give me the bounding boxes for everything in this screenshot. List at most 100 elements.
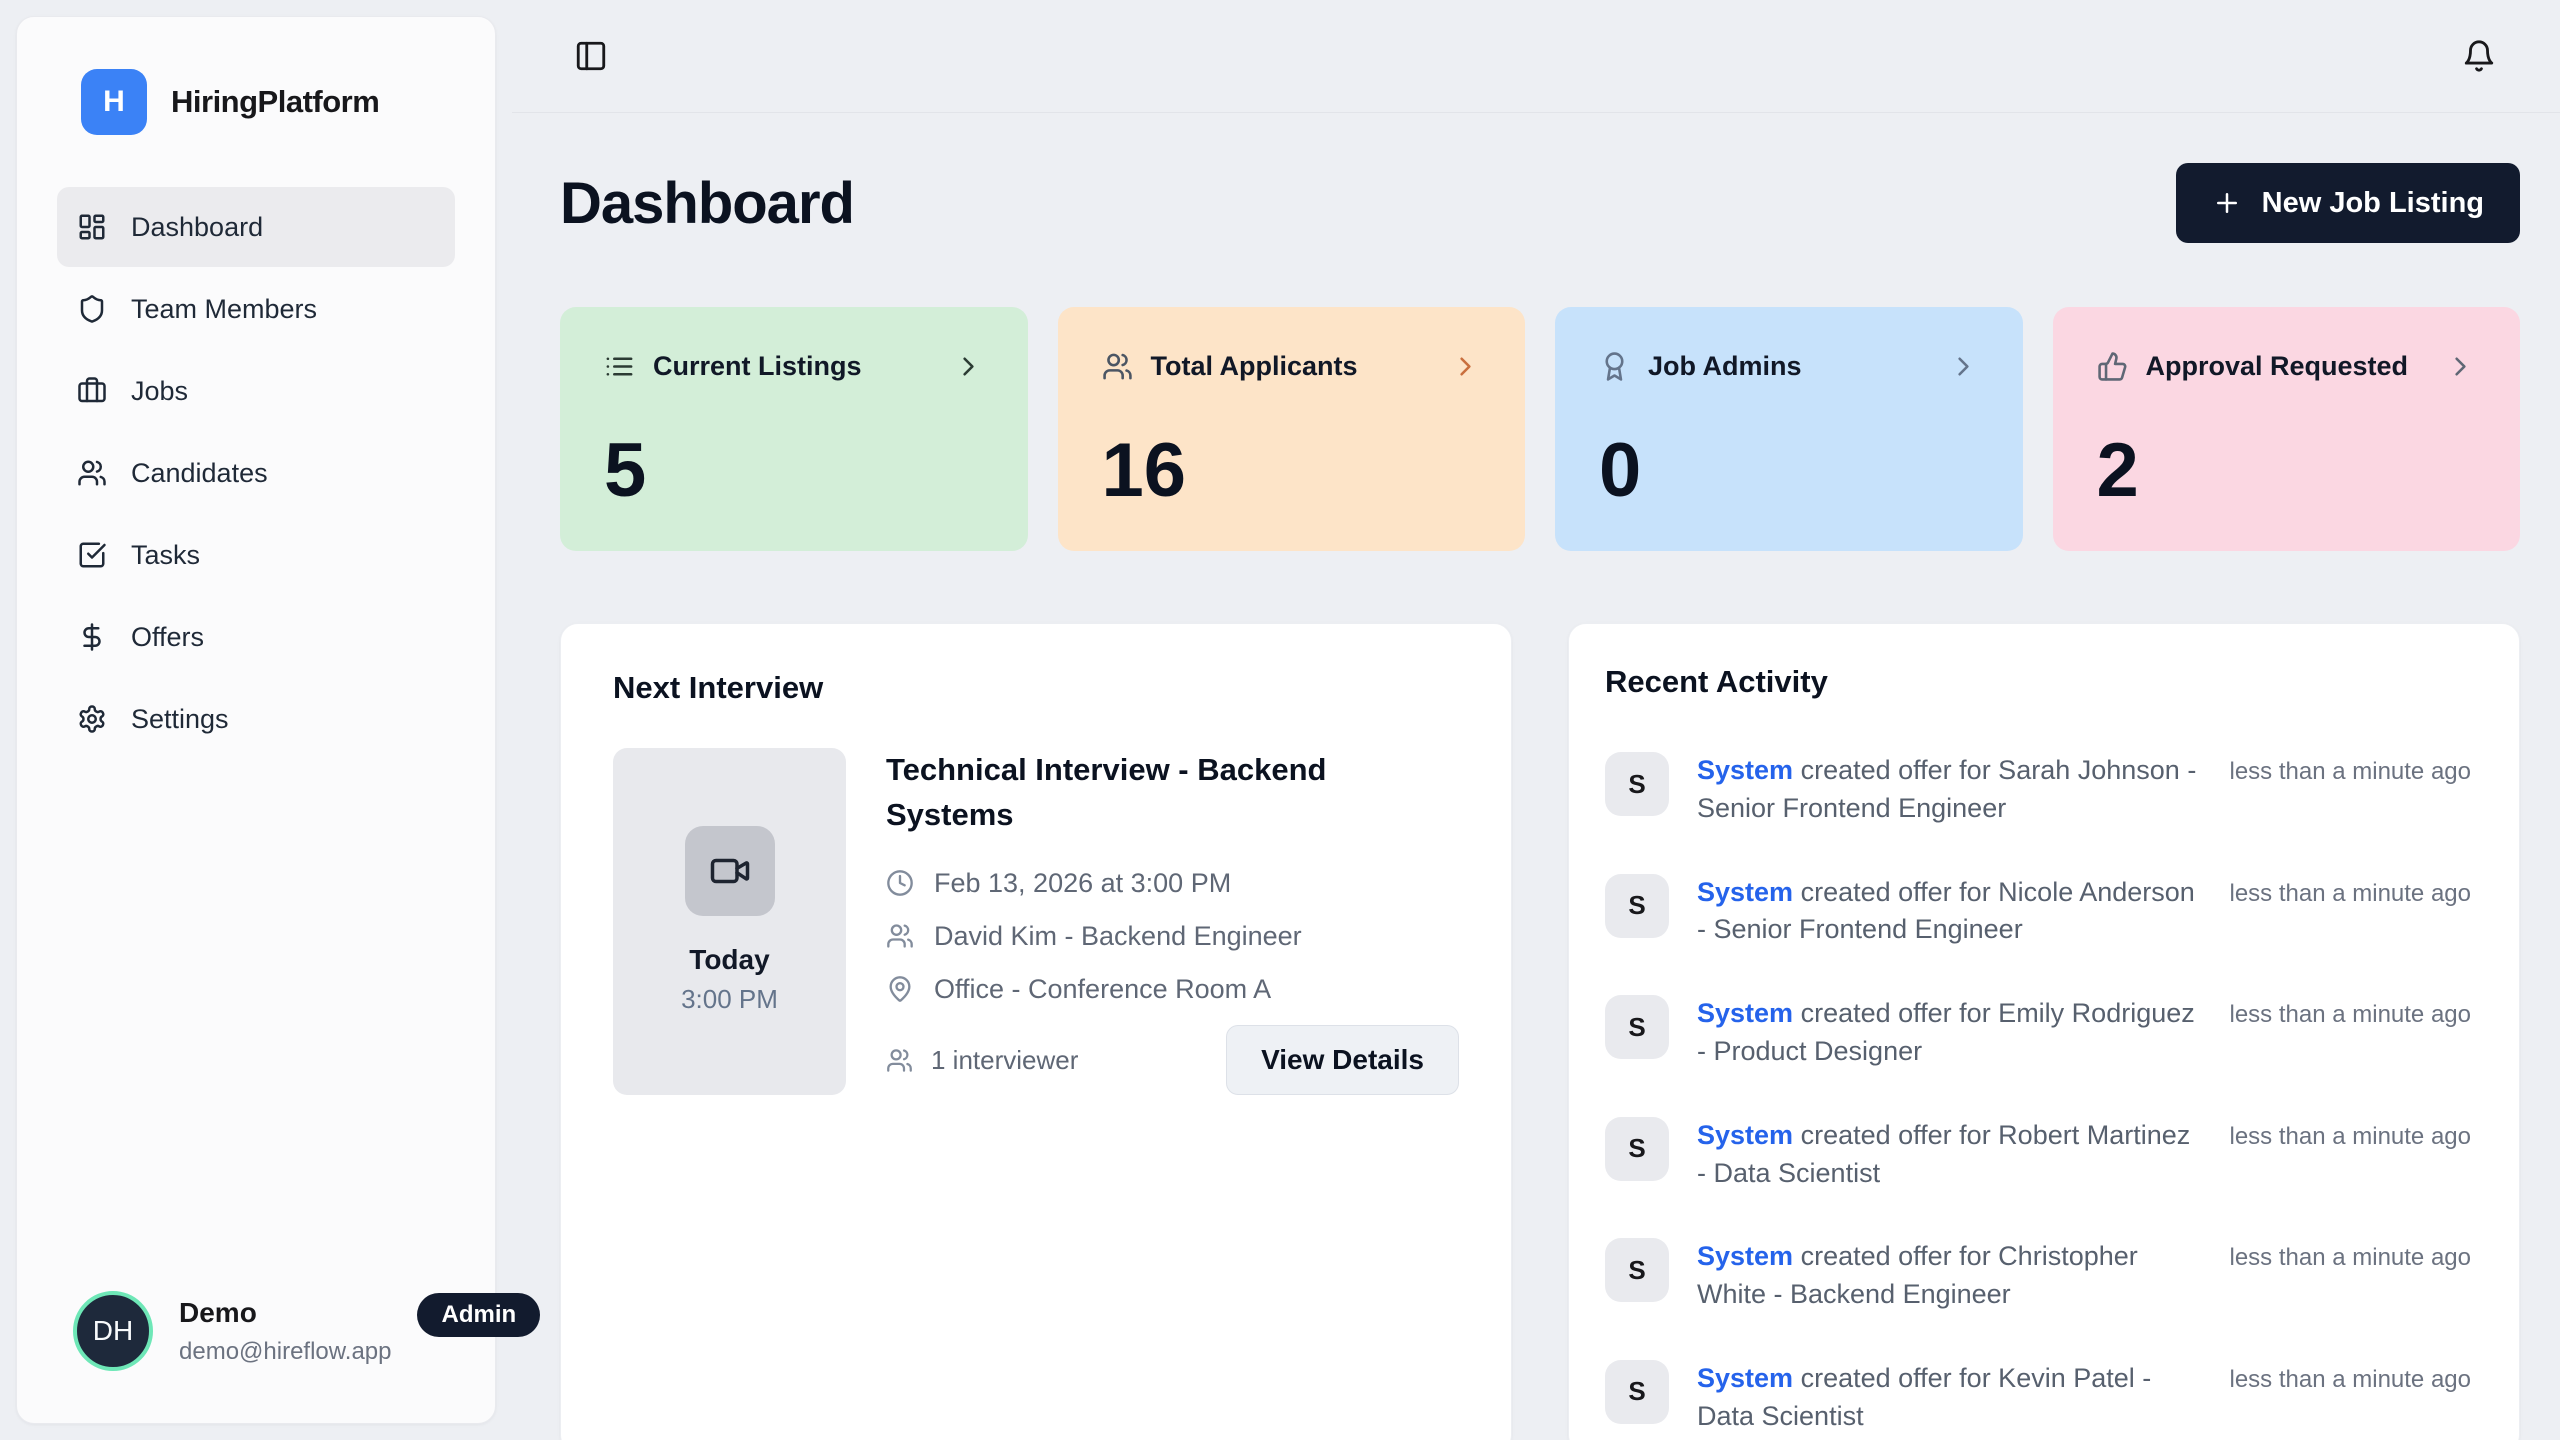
main-area: Dashboard New Job Listing Current Listin…	[512, 0, 2560, 1440]
activity-timestamp: less than a minute ago	[2230, 995, 2472, 1029]
activity-avatar: S	[1605, 752, 1669, 816]
sidebar: H HiringPlatform Dashboard Team Members …	[16, 16, 496, 1424]
activity-avatar: S	[1605, 1238, 1669, 1302]
activity-item: S System created offer for Emily Rodrigu…	[1605, 995, 2471, 1071]
stat-value: 2	[2097, 433, 2477, 509]
stat-label: Approval Requested	[2146, 351, 2409, 382]
activity-text: System created offer for Robert Martinez…	[1697, 1117, 2202, 1193]
interview-datetime: Feb 13, 2026 at 3:00 PM	[934, 868, 1231, 899]
users-icon	[1102, 351, 1133, 382]
activity-avatar: S	[1605, 1117, 1669, 1181]
interview-date-tile: Today 3:00 PM	[613, 748, 846, 1095]
sidebar-item-label: Tasks	[131, 540, 200, 571]
next-interview-panel: Next Interview Today 3:00 PM Technical I…	[560, 623, 1512, 1440]
sidebar-item-label: Dashboard	[131, 212, 263, 243]
page-title: Dashboard	[560, 170, 854, 237]
video-icon	[709, 850, 751, 892]
activity-timestamp: less than a minute ago	[2230, 1360, 2472, 1394]
new-job-listing-label: New Job Listing	[2262, 187, 2484, 220]
activity-text: System created offer for Nicole Anderson…	[1697, 874, 2202, 950]
activity-item: S System created offer for Kevin Patel -…	[1605, 1360, 2471, 1436]
sidebar-item-label: Team Members	[131, 294, 317, 325]
chevron-right-icon	[1948, 351, 1979, 382]
users-icon	[886, 1047, 913, 1074]
interview-person-row: David Kim - Backend Engineer	[886, 921, 1459, 952]
new-job-listing-button[interactable]: New Job Listing	[2176, 163, 2520, 243]
layout-dashboard-icon	[77, 212, 107, 242]
activity-timestamp: less than a minute ago	[2230, 1238, 2472, 1272]
panels: Next Interview Today 3:00 PM Technical I…	[560, 623, 2520, 1440]
sidebar-item-candidates[interactable]: Candidates	[57, 433, 455, 513]
plus-icon	[2212, 188, 2242, 218]
list-icon	[604, 351, 635, 382]
sidebar-spacer	[17, 769, 495, 1251]
activity-item: S System created offer for Nicole Anders…	[1605, 874, 2471, 950]
app-logo: H HiringPlatform	[17, 17, 495, 177]
sidebar-toggle-icon[interactable]	[574, 39, 608, 73]
activity-timestamp: less than a minute ago	[2230, 874, 2472, 908]
activity-item: S System created offer for Sarah Johnson…	[1605, 752, 2471, 828]
sidebar-nav: Dashboard Team Members Jobs Candidates T…	[17, 177, 495, 769]
clock-icon	[886, 869, 914, 897]
stat-card-job-admins[interactable]: Job Admins 0	[1555, 307, 2023, 551]
activity-timestamp: less than a minute ago	[2230, 752, 2472, 786]
activity-actor-link[interactable]: System	[1697, 877, 1793, 907]
recent-activity-panel: Recent Activity S System created offer f…	[1568, 623, 2520, 1440]
user-profile: DH Demo demo@hireflow.app Admin	[17, 1251, 495, 1423]
view-details-button[interactable]: View Details	[1226, 1025, 1459, 1095]
activity-actor-link[interactable]: System	[1697, 1120, 1793, 1150]
interview-location-row: Office - Conference Room A	[886, 974, 1459, 1005]
stat-card-current-listings[interactable]: Current Listings 5	[560, 307, 1028, 551]
interview-day: Today	[689, 944, 769, 976]
activity-avatar: S	[1605, 995, 1669, 1059]
stat-label: Job Admins	[1648, 351, 1802, 382]
recent-activity-title: Recent Activity	[1605, 664, 2471, 700]
sidebar-item-label: Offers	[131, 622, 204, 653]
stat-value: 5	[604, 433, 984, 509]
app-name: HiringPlatform	[171, 84, 379, 120]
sidebar-item-jobs[interactable]: Jobs	[57, 351, 455, 431]
activity-list: S System created offer for Sarah Johnson…	[1605, 752, 2471, 1440]
bell-icon[interactable]	[2462, 39, 2496, 73]
activity-avatar: S	[1605, 1360, 1669, 1424]
shield-icon	[77, 294, 107, 324]
interview-footer: 1 interviewer View Details	[886, 1025, 1459, 1095]
sidebar-item-team-members[interactable]: Team Members	[57, 269, 455, 349]
interviewer-count: 1 interviewer	[886, 1045, 1078, 1076]
stat-card-total-applicants[interactable]: Total Applicants 16	[1058, 307, 1526, 551]
stat-label: Current Listings	[653, 351, 862, 382]
activity-text: System created offer for Christopher Whi…	[1697, 1238, 2202, 1314]
topbar	[512, 0, 2560, 113]
activity-text: System created offer for Kevin Patel - D…	[1697, 1360, 2202, 1436]
sidebar-item-label: Candidates	[131, 458, 268, 489]
activity-item: S System created offer for Christopher W…	[1605, 1238, 2471, 1314]
sidebar-item-offers[interactable]: Offers	[57, 597, 455, 677]
dashboard-content: Dashboard New Job Listing Current Listin…	[512, 113, 2560, 1440]
stat-card-approval-requested[interactable]: Approval Requested 2	[2053, 307, 2521, 551]
chevron-right-icon	[1450, 351, 1481, 382]
activity-avatar: S	[1605, 874, 1669, 938]
activity-actor-link[interactable]: System	[1697, 998, 1793, 1028]
activity-text: System created offer for Sarah Johnson -…	[1697, 752, 2202, 828]
interview-datetime-row: Feb 13, 2026 at 3:00 PM	[886, 868, 1459, 899]
dollar-sign-icon	[77, 622, 107, 652]
activity-text: System created offer for Emily Rodriguez…	[1697, 995, 2202, 1071]
activity-actor-link[interactable]: System	[1697, 755, 1793, 785]
sidebar-item-settings[interactable]: Settings	[57, 679, 455, 759]
sidebar-item-label: Settings	[131, 704, 229, 735]
sidebar-item-tasks[interactable]: Tasks	[57, 515, 455, 595]
activity-timestamp: less than a minute ago	[2230, 1117, 2472, 1151]
user-name: Demo	[179, 1297, 391, 1329]
interview-time: 3:00 PM	[681, 984, 778, 1015]
sidebar-item-dashboard[interactable]: Dashboard	[57, 187, 455, 267]
video-icon-box	[685, 826, 775, 916]
map-pin-icon	[886, 975, 914, 1003]
thumbs-up-icon	[2097, 351, 2128, 382]
settings-icon	[77, 704, 107, 734]
users-icon	[77, 458, 107, 488]
activity-actor-link[interactable]: System	[1697, 1363, 1793, 1393]
app-logo-icon: H	[81, 69, 147, 135]
activity-item: S System created offer for Robert Martin…	[1605, 1117, 2471, 1193]
activity-actor-link[interactable]: System	[1697, 1241, 1793, 1271]
avatar: DH	[73, 1291, 153, 1371]
